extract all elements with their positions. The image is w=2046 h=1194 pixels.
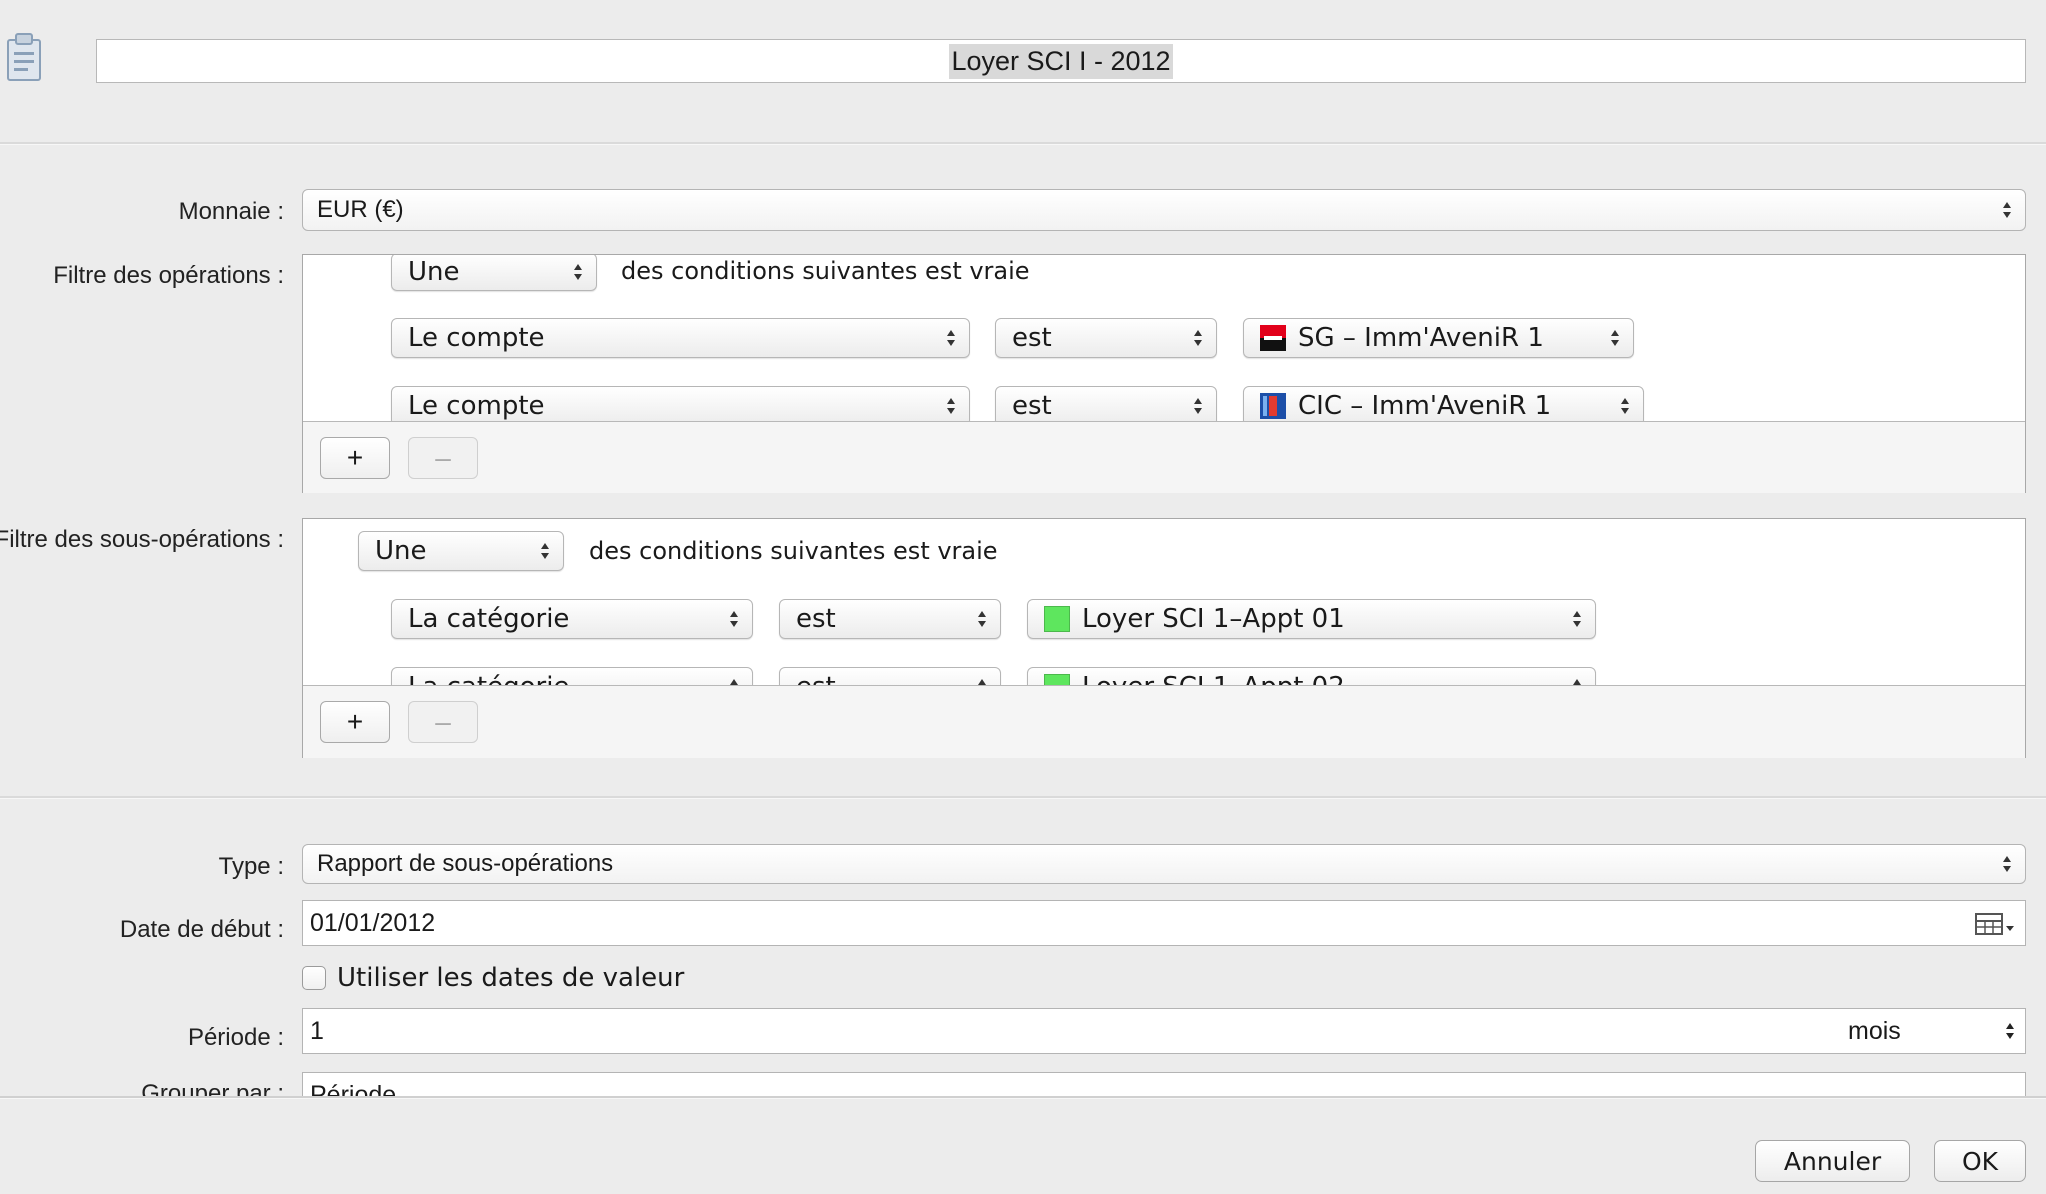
- subop-filter-label: Filtre des sous-opérations :: [0, 526, 284, 554]
- value-dates-label: Utiliser les dates de valeur: [337, 963, 685, 993]
- subop-row-value-select[interactable]: Loyer SCI 1–Appt 02: [1027, 667, 1596, 685]
- start-date-field[interactable]: 01/01/2012: [302, 900, 2026, 946]
- op-row-operator-select[interactable]: est: [995, 386, 1217, 421]
- subop-row-field-value: La catégorie: [408, 672, 569, 685]
- bank-cic-icon: [1260, 393, 1286, 419]
- select-arrows-icon: [1611, 330, 1619, 346]
- type-label: Type :: [218, 853, 284, 880]
- report-icon: [4, 30, 44, 86]
- type-value: Rapport de sous-opérations: [317, 850, 614, 877]
- select-arrows-icon: [1194, 398, 1202, 414]
- op-row-operator-value: est: [1012, 391, 1052, 421]
- select-arrows-icon: [1573, 611, 1581, 627]
- group-by-value: Période: [310, 1081, 397, 1096]
- select-arrows-icon: [947, 398, 955, 414]
- select-arrows-icon: [541, 543, 549, 559]
- currency-select[interactable]: EUR (€): [302, 189, 2026, 231]
- add-subop-condition-button[interactable]: +: [320, 701, 390, 743]
- group-by-row: Grouper par : Période: [0, 1070, 2046, 1096]
- select-arrows-icon: [978, 679, 986, 685]
- op-row-field-value: Le compte: [408, 323, 545, 353]
- report-name-text: Loyer SCI I - 2012: [949, 43, 1173, 79]
- op-row-value-select[interactable]: SG – Imm'AveniR 1: [1243, 318, 1634, 358]
- op-quantifier-select[interactable]: Une: [391, 255, 597, 291]
- period-label: Période :: [187, 1024, 284, 1051]
- subop-quantifier-select[interactable]: Une: [358, 531, 564, 571]
- op-filter-panel: Une des conditions suivantes est vraie L…: [302, 254, 2026, 493]
- subop-row-operator-select[interactable]: est: [779, 599, 1001, 639]
- remove-op-condition-button[interactable]: –: [408, 437, 478, 479]
- cancel-button[interactable]: Annuler: [1755, 1140, 1910, 1182]
- op-filter-rows: Une des conditions suivantes est vraie L…: [303, 255, 2025, 421]
- group-by-label: Grouper par :: [141, 1080, 284, 1096]
- subop-quantifier-value: Une: [375, 536, 427, 566]
- currency-value: EUR (€): [317, 196, 404, 223]
- currency-label: Monnaie :: [178, 198, 284, 225]
- op-row-value-text: SG – Imm'AveniR 1: [1298, 323, 1544, 353]
- subop-filter-label-text: Filtre des sous-opérations :: [0, 526, 284, 553]
- bank-sg-icon: [1260, 325, 1286, 351]
- select-arrows-icon: [2006, 1023, 2014, 1039]
- subop-filter-rows: Une des conditions suivantes est vraie L…: [303, 519, 2025, 685]
- select-arrows-icon: [2003, 856, 2011, 872]
- op-row-field-select[interactable]: Le compte: [391, 318, 970, 358]
- select-arrows-icon: [947, 330, 955, 346]
- select-arrows-icon: [1194, 330, 1202, 346]
- group-by-field[interactable]: Période: [302, 1072, 2026, 1096]
- section-divider: [0, 796, 2046, 799]
- period-unit-value: mois: [1848, 1016, 1901, 1045]
- op-row-field-value: Le compte: [408, 391, 545, 421]
- select-arrows-icon: [2003, 202, 2011, 218]
- subop-row-operator-value: est: [796, 604, 836, 634]
- subop-row-value-text: Loyer SCI 1–Appt 01: [1082, 604, 1345, 634]
- period-field[interactable]: 1: [302, 1008, 2026, 1054]
- subop-row-value-select[interactable]: Loyer SCI 1–Appt 01: [1027, 599, 1596, 639]
- select-arrows-icon: [978, 611, 986, 627]
- subop-filter-toolbar: + –: [303, 685, 2025, 758]
- start-date-label: Date de début :: [119, 916, 284, 943]
- op-row-operator-value: est: [1012, 323, 1052, 353]
- start-date-value: 01/01/2012: [310, 908, 436, 937]
- op-row-value-select[interactable]: CIC – Imm'AveniR 1: [1243, 386, 1644, 421]
- op-row-operator-select[interactable]: est: [995, 318, 1217, 358]
- op-filter-toolbar: + –: [303, 421, 2025, 493]
- ok-button[interactable]: OK: [1934, 1140, 2026, 1182]
- category-color-swatch: [1044, 674, 1070, 685]
- footer-divider: [0, 1096, 2046, 1099]
- op-filter-suffix: des conditions suivantes est vraie: [621, 257, 1030, 285]
- select-arrows-icon: [730, 679, 738, 685]
- select-arrows-icon: [1573, 679, 1581, 685]
- header-divider: [0, 142, 2046, 145]
- type-select[interactable]: Rapport de sous-opérations: [302, 844, 2026, 884]
- remove-subop-condition-button[interactable]: –: [408, 701, 478, 743]
- subop-row-field-value: La catégorie: [408, 604, 570, 634]
- select-arrows-icon: [730, 611, 738, 627]
- add-op-condition-button[interactable]: +: [320, 437, 390, 479]
- calendar-icon[interactable]: [1975, 913, 2015, 937]
- op-row-value-text: CIC – Imm'AveniR 1: [1298, 391, 1552, 421]
- select-arrows-icon: [1621, 398, 1629, 414]
- op-quantifier-value: Une: [408, 257, 460, 287]
- period-value: 1: [310, 1016, 324, 1045]
- period-unit-select[interactable]: mois: [1822, 1010, 2024, 1052]
- subop-row-field-select[interactable]: La catégorie: [391, 667, 753, 685]
- subop-row-value-text: Loyer SCI 1–Appt 02: [1082, 672, 1345, 685]
- op-filter-label: Filtre des opérations :: [53, 262, 284, 289]
- subop-row-field-select[interactable]: La catégorie: [391, 599, 753, 639]
- category-color-swatch: [1044, 606, 1070, 632]
- subop-filter-panel: Une des conditions suivantes est vraie L…: [302, 518, 2026, 758]
- report-name-field[interactable]: Loyer SCI I - 2012: [96, 39, 2026, 83]
- value-dates-checkbox[interactable]: [302, 966, 326, 990]
- select-arrows-icon: [574, 264, 582, 280]
- subop-row-operator-value: est: [796, 672, 836, 685]
- subop-filter-suffix: des conditions suivantes est vraie: [589, 537, 998, 565]
- subop-row-operator-select[interactable]: est: [779, 667, 1001, 685]
- op-row-field-select[interactable]: Le compte: [391, 386, 970, 421]
